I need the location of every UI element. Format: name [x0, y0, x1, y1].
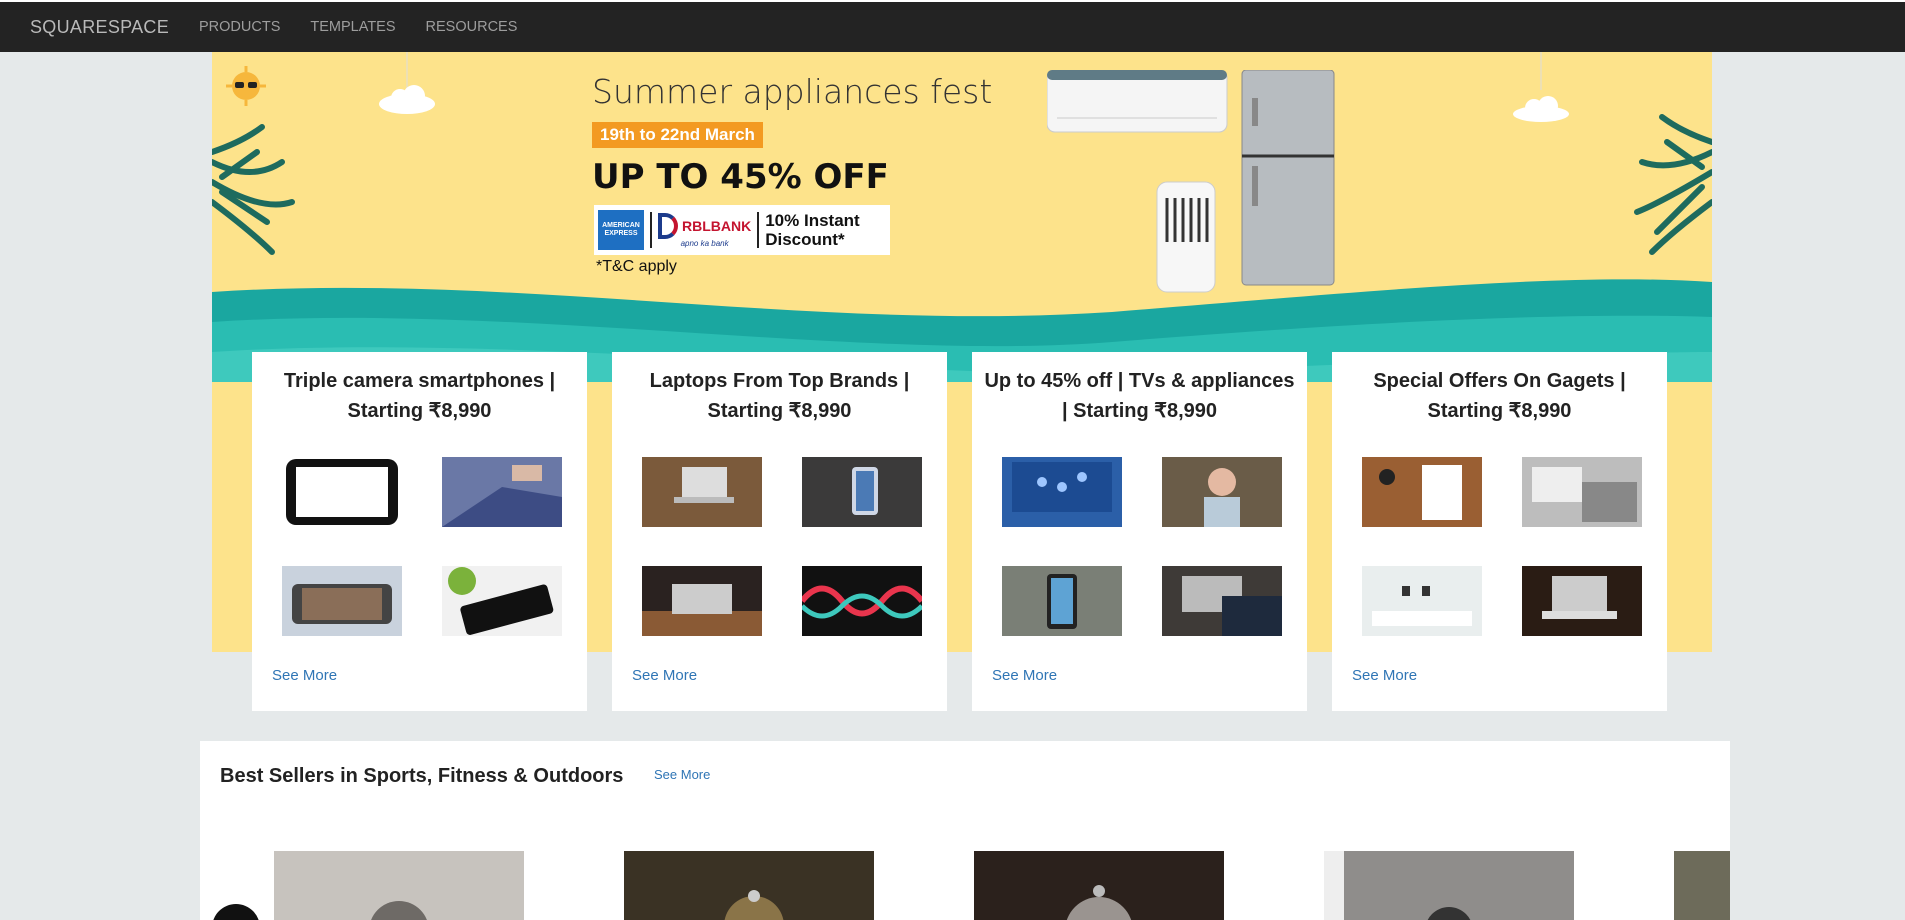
see-more-link[interactable]: See More — [272, 667, 337, 684]
discount-headline: UP TO 45% OFF — [592, 157, 889, 197]
plants-desk-thumbnail[interactable] — [1362, 566, 1482, 636]
product-clock-4[interactable] — [1324, 851, 1574, 920]
hanging-cloud-left — [379, 52, 435, 114]
laptop-desk-thumbnail[interactable] — [642, 457, 762, 527]
see-more-link[interactable]: See More — [1352, 667, 1417, 684]
best-sellers-title: Best Sellers in Sports, Fitness & Outdoo… — [220, 765, 624, 787]
palm-leaf-right — [1634, 114, 1712, 255]
rbl-mark-icon — [658, 212, 678, 239]
amex-logo: AMERICAN EXPRESS — [598, 210, 644, 250]
laptop-hands-thumbnail[interactable] — [442, 457, 562, 527]
hanging-cloud-right — [1513, 52, 1569, 122]
category-card-laptops[interactable]: Laptops From Top Brands | Starting ₹8,99… — [612, 352, 947, 711]
phone-castle-thumbnail[interactable] — [282, 566, 402, 636]
date-badge: 19th to 22nd March — [592, 122, 763, 148]
category-card-gadgets[interactable]: Special Offers On Gagets | Starting ₹8,9… — [1332, 352, 1667, 711]
divider — [650, 212, 652, 248]
desk-items-thumbnail[interactable] — [1362, 457, 1482, 527]
product-watch-1[interactable] — [274, 851, 524, 920]
category-card-tvs[interactable]: Up to 45% off | TVs & appliances | Start… — [972, 352, 1307, 711]
macbook-wood-thumbnail[interactable] — [1522, 566, 1642, 636]
sun-icon — [226, 66, 266, 106]
phone-soundwave-thumbnail[interactable] — [802, 566, 922, 636]
laptop-user-thumbnail[interactable] — [1162, 566, 1282, 636]
nav-link-resources[interactable]: RESOURCES — [426, 19, 518, 35]
brand-logo[interactable]: SQUARESPACE — [30, 17, 169, 38]
category-card-smartphones[interactable]: Triple camera smartphones | Starting ₹8,… — [252, 352, 587, 711]
best-sellers-see-more-link[interactable]: See More — [654, 767, 710, 782]
card-title[interactable]: Special Offers On Gagets | Starting ₹8,9… — [1342, 366, 1657, 426]
palm-leaf-left — [212, 124, 295, 255]
see-more-link[interactable]: See More — [632, 667, 697, 684]
card-title[interactable]: Triple camera smartphones | Starting ₹8,… — [262, 366, 577, 426]
nav-link-templates[interactable]: TEMPLATES — [310, 19, 395, 35]
tablet-apps-thumbnail[interactable] — [1002, 457, 1122, 527]
card-title[interactable]: Up to 45% off | TVs & appliances | Start… — [982, 366, 1297, 426]
instant-discount: 10% Instant Discount* — [765, 211, 859, 249]
woman-phone-thumbnail[interactable] — [1162, 457, 1282, 527]
macbook-table-thumbnail[interactable] — [642, 566, 762, 636]
bank-offer-box: AMERICAN EXPRESS RBLBANK apno ka bank 10… — [594, 205, 890, 255]
rbl-name: RBLBANK — [682, 217, 752, 234]
iphone-hand-thumbnail[interactable] — [802, 457, 922, 527]
instant-discount-line2: Discount* — [765, 230, 845, 249]
divider — [757, 212, 760, 248]
tablet-thumbnail[interactable] — [282, 457, 402, 527]
instant-discount-line1: 10% Instant — [765, 211, 860, 230]
appliances-image — [1047, 70, 1335, 293]
rbl-tagline: apno ka bank — [680, 238, 729, 248]
phone-apple-thumbnail[interactable] — [442, 566, 562, 636]
top-navbar: SQUARESPACE PRODUCTS TEMPLATES RESOURCES — [0, 0, 1905, 52]
see-more-link[interactable]: See More — [992, 667, 1057, 684]
rbl-bank-logo: RBLBANK apno ka bank — [658, 212, 752, 248]
hero-title: Summer appliances fest — [592, 72, 993, 111]
product-5-partial[interactable] — [1674, 851, 1730, 920]
nav-link-products[interactable]: PRODUCTS — [199, 19, 280, 35]
laptop-notebook-thumbnail[interactable] — [1522, 457, 1642, 527]
product-watch-3[interactable] — [974, 851, 1224, 920]
product-watch-2[interactable] — [624, 851, 874, 920]
best-sellers-section: Best Sellers in Sports, Fitness & Outdoo… — [200, 741, 1730, 920]
hand-phone-thumbnail[interactable] — [1002, 566, 1122, 636]
card-title[interactable]: Laptops From Top Brands | Starting ₹8,99… — [622, 366, 937, 426]
carousel-prev-icon[interactable]: ‹ — [212, 904, 260, 920]
